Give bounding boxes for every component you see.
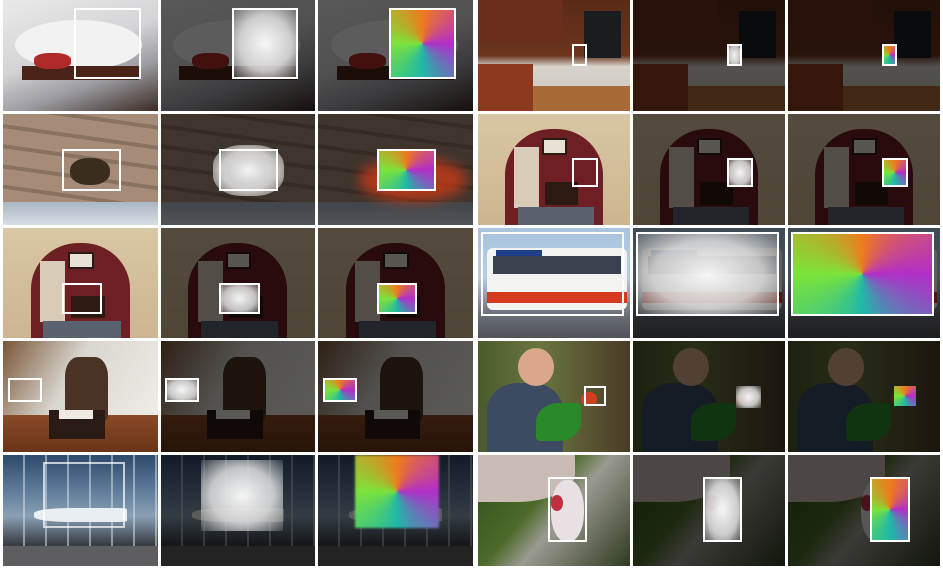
- bounding-box: [61, 282, 102, 314]
- right-row1-input-image: [478, 0, 630, 111]
- row5-parts-image: [318, 455, 473, 566]
- bounding-box: [377, 149, 436, 192]
- right-row2-mask-image: [633, 113, 785, 225]
- bounding-box: [43, 461, 126, 529]
- bounding-box: [377, 282, 418, 314]
- right-row4-parts-image: [788, 341, 940, 453]
- right-row2-parts-image: [788, 113, 940, 225]
- object-mask: [200, 459, 283, 531]
- bounding-box: [481, 232, 624, 317]
- row4-mask-image: [160, 341, 316, 453]
- bounding-box: [74, 7, 141, 79]
- bounding-box: [791, 232, 934, 317]
- right-panel: [478, 0, 940, 566]
- right-row1-parts-image: [788, 0, 940, 111]
- right-row5-input-image: [478, 455, 630, 566]
- row5-mask-image: [160, 455, 316, 566]
- bounding-box: [882, 158, 909, 187]
- bounding-box: [7, 377, 42, 403]
- bounding-box: [870, 477, 910, 542]
- bounding-box: [231, 7, 299, 79]
- right-row5-mask-image: [633, 455, 785, 566]
- bounding-box: [389, 7, 456, 79]
- right-row3-parts-image: [788, 227, 940, 339]
- row3-input-image: [3, 227, 158, 339]
- row3-parts-image: [318, 227, 473, 339]
- object-mask: [736, 385, 761, 408]
- row1-input-image: [3, 0, 158, 111]
- row2-parts-image: [318, 113, 473, 225]
- right-row4-mask-image: [633, 341, 785, 453]
- part-color-map: [894, 385, 916, 406]
- bounding-box: [572, 44, 588, 67]
- row2-mask-image: [160, 113, 316, 225]
- left-panel: [3, 0, 473, 566]
- right-row3-mask-image: [633, 227, 785, 339]
- bounding-box: [165, 377, 200, 403]
- bounding-box: [219, 282, 260, 314]
- row2-input-image: [3, 113, 158, 225]
- bounding-box: [636, 232, 779, 317]
- right-row4-input-image: [478, 341, 630, 453]
- bounding-box: [702, 477, 743, 542]
- bounding-box: [547, 477, 588, 542]
- part-color-map: [355, 455, 439, 529]
- row1-mask-image: [160, 0, 316, 111]
- bounding-box: [584, 385, 606, 406]
- bounding-box: [219, 149, 279, 192]
- right-row1-mask-image: [633, 0, 785, 111]
- bounding-box: [61, 149, 121, 192]
- row4-input-image: [3, 341, 158, 453]
- bounding-box: [882, 44, 898, 67]
- bounding-box: [322, 377, 357, 403]
- row5-input-image: [3, 455, 158, 566]
- bounding-box: [727, 158, 754, 187]
- bounding-box: [727, 44, 743, 67]
- bounding-box: [572, 158, 599, 187]
- right-row3-input-image: [478, 227, 630, 339]
- right-row2-input-image: [478, 113, 630, 225]
- row1-parts-image: [318, 0, 473, 111]
- row4-parts-image: [318, 341, 473, 453]
- row3-mask-image: [160, 227, 316, 339]
- right-row5-parts-image: [788, 455, 940, 566]
